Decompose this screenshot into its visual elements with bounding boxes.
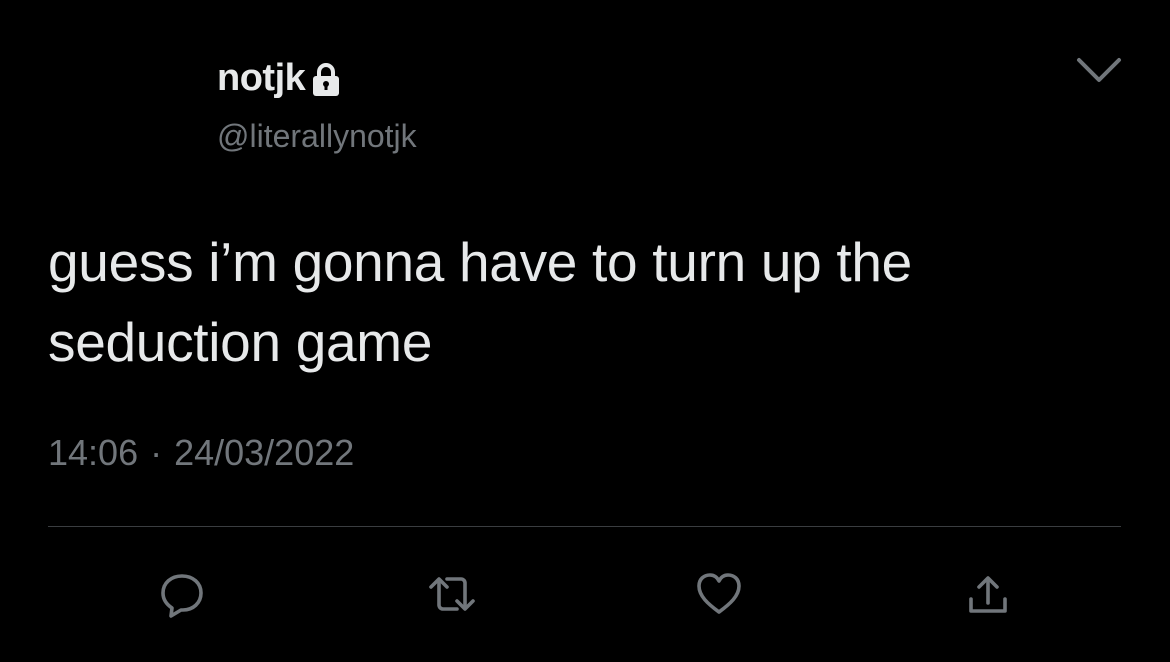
reply-button[interactable] [154, 566, 210, 622]
like-button[interactable] [691, 566, 747, 622]
author-handle[interactable]: @literallynotjk [217, 114, 417, 158]
tweet-timestamp[interactable]: 14:06 · 24/03/2022 [48, 428, 354, 478]
retweet-button[interactable] [424, 566, 480, 622]
tweet-date[interactable]: 24/03/2022 [174, 428, 354, 478]
author-name-row[interactable]: notjk [217, 53, 343, 103]
retweet-icon [429, 577, 475, 611]
share-button[interactable] [960, 566, 1016, 622]
tweet-time[interactable]: 14:06 [48, 428, 138, 478]
author-display-name[interactable]: notjk [217, 53, 306, 103]
share-icon [969, 576, 1007, 613]
divider [48, 526, 1121, 527]
chevron-down-icon[interactable] [1073, 52, 1125, 88]
tweet-card: notjk @literallynotjk guess i’m gonna ha… [0, 0, 1170, 662]
tweet-text: guess i’m gonna have to turn up the sedu… [48, 231, 912, 373]
timestamp-separator: · [150, 432, 163, 473]
lock-icon [309, 61, 343, 99]
reply-icon [161, 574, 203, 618]
heart-icon [697, 573, 741, 614]
